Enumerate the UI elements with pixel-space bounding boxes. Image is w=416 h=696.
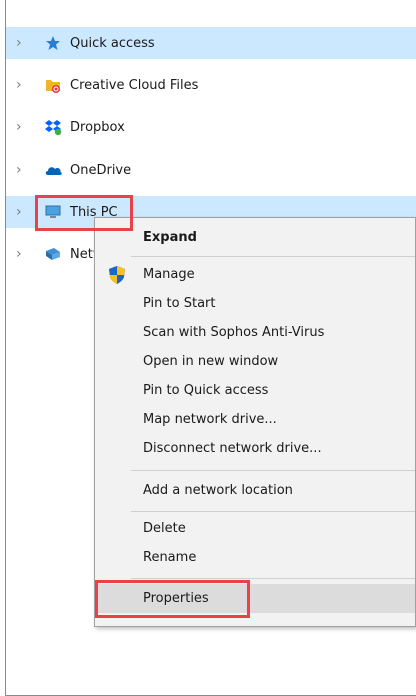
menu-item-label: Properties <box>143 591 209 606</box>
menu-item-label: Map network drive... <box>143 412 277 427</box>
context-menu: Expand Manage Pin to Start Scan with Sop… <box>94 217 416 627</box>
nav-item-network[interactable]: › Network <box>6 238 94 270</box>
menu-separator <box>131 256 415 257</box>
menu-separator <box>131 511 415 512</box>
menu-item-delete[interactable]: Delete <box>95 514 415 543</box>
menu-item-properties[interactable]: Properties <box>95 584 415 613</box>
menu-item-label: Open in new window <box>143 354 279 369</box>
chevron-right-icon[interactable]: › <box>16 35 36 51</box>
menu-item-disconnect-network-drive[interactable]: Disconnect network drive... <box>95 434 415 463</box>
nav-label: Network <box>70 246 94 262</box>
menu-item-manage[interactable]: Manage <box>95 260 415 289</box>
chevron-right-icon[interactable]: › <box>16 77 36 93</box>
menu-item-label: Delete <box>143 521 186 536</box>
chevron-right-icon[interactable]: › <box>16 162 36 178</box>
dropbox-icon <box>44 118 62 136</box>
menu-item-pin-quick-access[interactable]: Pin to Quick access <box>95 376 415 405</box>
menu-separator <box>131 578 415 579</box>
menu-item-label: Pin to Quick access <box>143 383 269 398</box>
menu-separator <box>131 470 415 471</box>
chevron-right-icon[interactable]: › <box>16 246 36 262</box>
creative-cloud-folder-icon <box>44 76 62 94</box>
menu-item-label: Pin to Start <box>143 296 216 311</box>
menu-item-rename[interactable]: Rename <box>95 543 415 572</box>
computer-icon <box>44 203 62 221</box>
menu-item-label: Manage <box>143 267 195 282</box>
onedrive-cloud-icon <box>44 161 62 179</box>
menu-item-label: Disconnect network drive... <box>143 441 322 456</box>
menu-item-open-new-window[interactable]: Open in new window <box>95 347 415 376</box>
menu-item-expand[interactable]: Expand <box>95 223 415 252</box>
chevron-right-icon[interactable]: › <box>16 119 36 135</box>
nav-item-quick-access[interactable]: › Quick access <box>6 27 416 59</box>
menu-item-label: Scan with Sophos Anti-Virus <box>143 325 325 340</box>
nav-label: Quick access <box>70 35 155 51</box>
network-icon <box>44 245 62 263</box>
nav-label: Dropbox <box>70 119 125 135</box>
menu-item-label: Rename <box>143 550 197 565</box>
nav-label: OneDrive <box>70 162 132 178</box>
nav-item-dropbox[interactable]: › Dropbox <box>6 111 416 143</box>
nav-item-onedrive[interactable]: › OneDrive <box>6 154 416 186</box>
menu-item-map-network-drive[interactable]: Map network drive... <box>95 405 415 434</box>
menu-item-label: Add a network location <box>143 483 293 498</box>
menu-item-label: Expand <box>143 230 197 245</box>
nav-label: Creative Cloud Files <box>70 77 199 93</box>
menu-item-scan-sophos[interactable]: Scan with Sophos Anti-Virus <box>95 318 415 347</box>
shield-icon <box>107 265 127 285</box>
star-icon <box>44 34 62 52</box>
menu-item-add-network-location[interactable]: Add a network location <box>95 476 415 505</box>
menu-item-pin-to-start[interactable]: Pin to Start <box>95 289 415 318</box>
chevron-right-icon[interactable]: › <box>16 204 36 220</box>
nav-item-creative-cloud[interactable]: › Creative Cloud Files <box>6 69 416 101</box>
